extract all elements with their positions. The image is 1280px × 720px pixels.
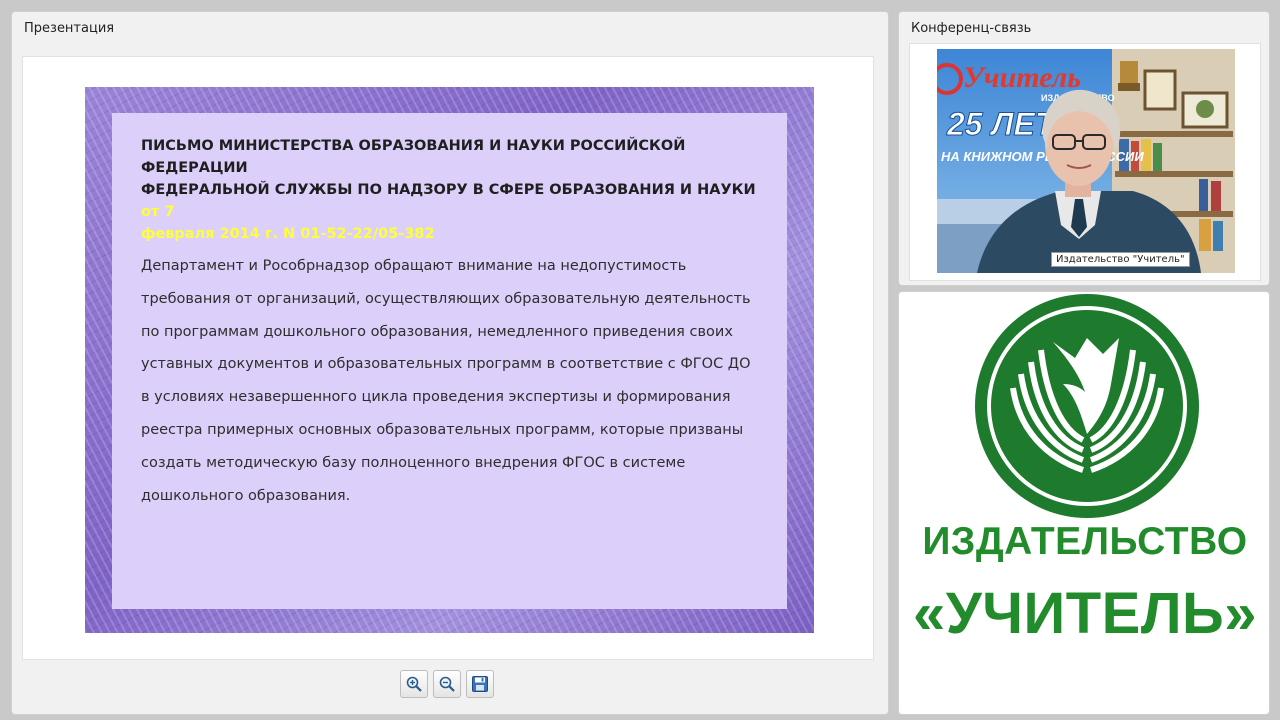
slide-heading-line: ПИСЬМО МИНИСТЕРСТВА ОБРАЗОВАНИЯ И НАУКИ …: [141, 138, 686, 176]
slide-heading-line: ФЕДЕРАЛЬНОЙ СЛУЖБЫ ПО НАДЗОРУ В СФЕРЕ ОБ…: [141, 179, 771, 223]
video-banner-slogan: НА КНИЖНОМ РЫНКЕ РОССИИ: [941, 149, 1144, 164]
conference-panel-title: Конференц-связь: [911, 21, 1032, 36]
participant-name-label: Издательство "Учитель": [1051, 252, 1190, 267]
presentation-panel-title: Презентация: [24, 21, 115, 36]
publisher-logo-panel: ИЗДАТЕЛЬСТВО «УЧИТЕЛЬ»: [898, 291, 1270, 715]
publisher-logo-line2: «УЧИТЕЛЬ»: [912, 581, 1258, 646]
conference-panel: Конференц-связь Учитель 25 ЛЕТ НА КНИЖНО…: [898, 11, 1270, 286]
zoom-in-icon: [406, 676, 422, 692]
save-button[interactable]: [466, 670, 494, 698]
participant-video[interactable]: Учитель ИЗДАТЕЛЬСТВО 25 ЛЕТ НА КНИЖНОМ Р…: [937, 49, 1235, 273]
slide-content-area: ПИСЬМО МИНИСТЕРСТВА ОБРАЗОВАНИЯ И НАУКИ …: [112, 113, 787, 609]
participant-video-frame: Учитель ИЗДАТЕЛЬСТВО 25 ЛЕТ НА КНИЖНОМ Р…: [937, 49, 1235, 273]
slide-heading-date-line: февраля 2014 г. N 01-52-22/05-382: [141, 226, 435, 242]
slide-body-line: Департамент и Рособрнадзор обращают вним…: [141, 258, 687, 274]
zoom-out-button[interactable]: [433, 670, 461, 698]
slide-body-line: уставных документов и образовательных пр…: [141, 356, 751, 373]
slide-body-line: дошкольного образования.: [141, 487, 351, 504]
video-container: Учитель ИЗДАТЕЛЬСТВО 25 ЛЕТ НА КНИЖНОМ Р…: [909, 43, 1261, 281]
slide-body: Департамент и Рособрнадзор обращают вним…: [141, 250, 771, 512]
video-banner-publisher: Учитель: [963, 61, 1081, 94]
slide-body-line: в условиях незавершенного цикла проведен…: [141, 389, 731, 406]
presentation-panel: Презентация ПИСЬМО МИНИСТЕРСТВА ОБРАЗОВА…: [11, 11, 889, 715]
video-banner-years: 25 ЛЕТ: [946, 106, 1057, 142]
save-icon: [472, 676, 488, 692]
presentation-toolbar: [400, 670, 494, 700]
slide-body-line: создать методическую базу полноценного в…: [141, 454, 686, 471]
slide-canvas: ПИСЬМО МИНИСТЕРСТВА ОБРАЗОВАНИЯ И НАУКИ …: [22, 56, 874, 660]
slide-heading-date: от 7: [141, 204, 175, 220]
slide-body-line: требования от организаций, осуществляющи…: [141, 290, 751, 307]
publisher-logo-icon: [975, 294, 1199, 518]
slide-heading: ПИСЬМО МИНИСТЕРСТВА ОБРАЗОВАНИЯ И НАУКИ …: [141, 135, 771, 245]
publisher-logo-line1: ИЗДАТЕЛЬСТВО: [922, 520, 1248, 563]
slide-body-line: реестра примерных основных образовательн…: [141, 421, 744, 438]
slide-body-line: по программам дошкольного образования, н…: [141, 323, 733, 340]
zoom-out-icon: [439, 676, 455, 692]
zoom-in-button[interactable]: [400, 670, 428, 698]
slide: ПИСЬМО МИНИСТЕРСТВА ОБРАЗОВАНИЯ И НАУКИ …: [85, 87, 814, 633]
slide-heading-text: ФЕДЕРАЛЬНОЙ СЛУЖБЫ ПО НАДЗОРУ В СФЕРЕ ОБ…: [141, 182, 756, 198]
